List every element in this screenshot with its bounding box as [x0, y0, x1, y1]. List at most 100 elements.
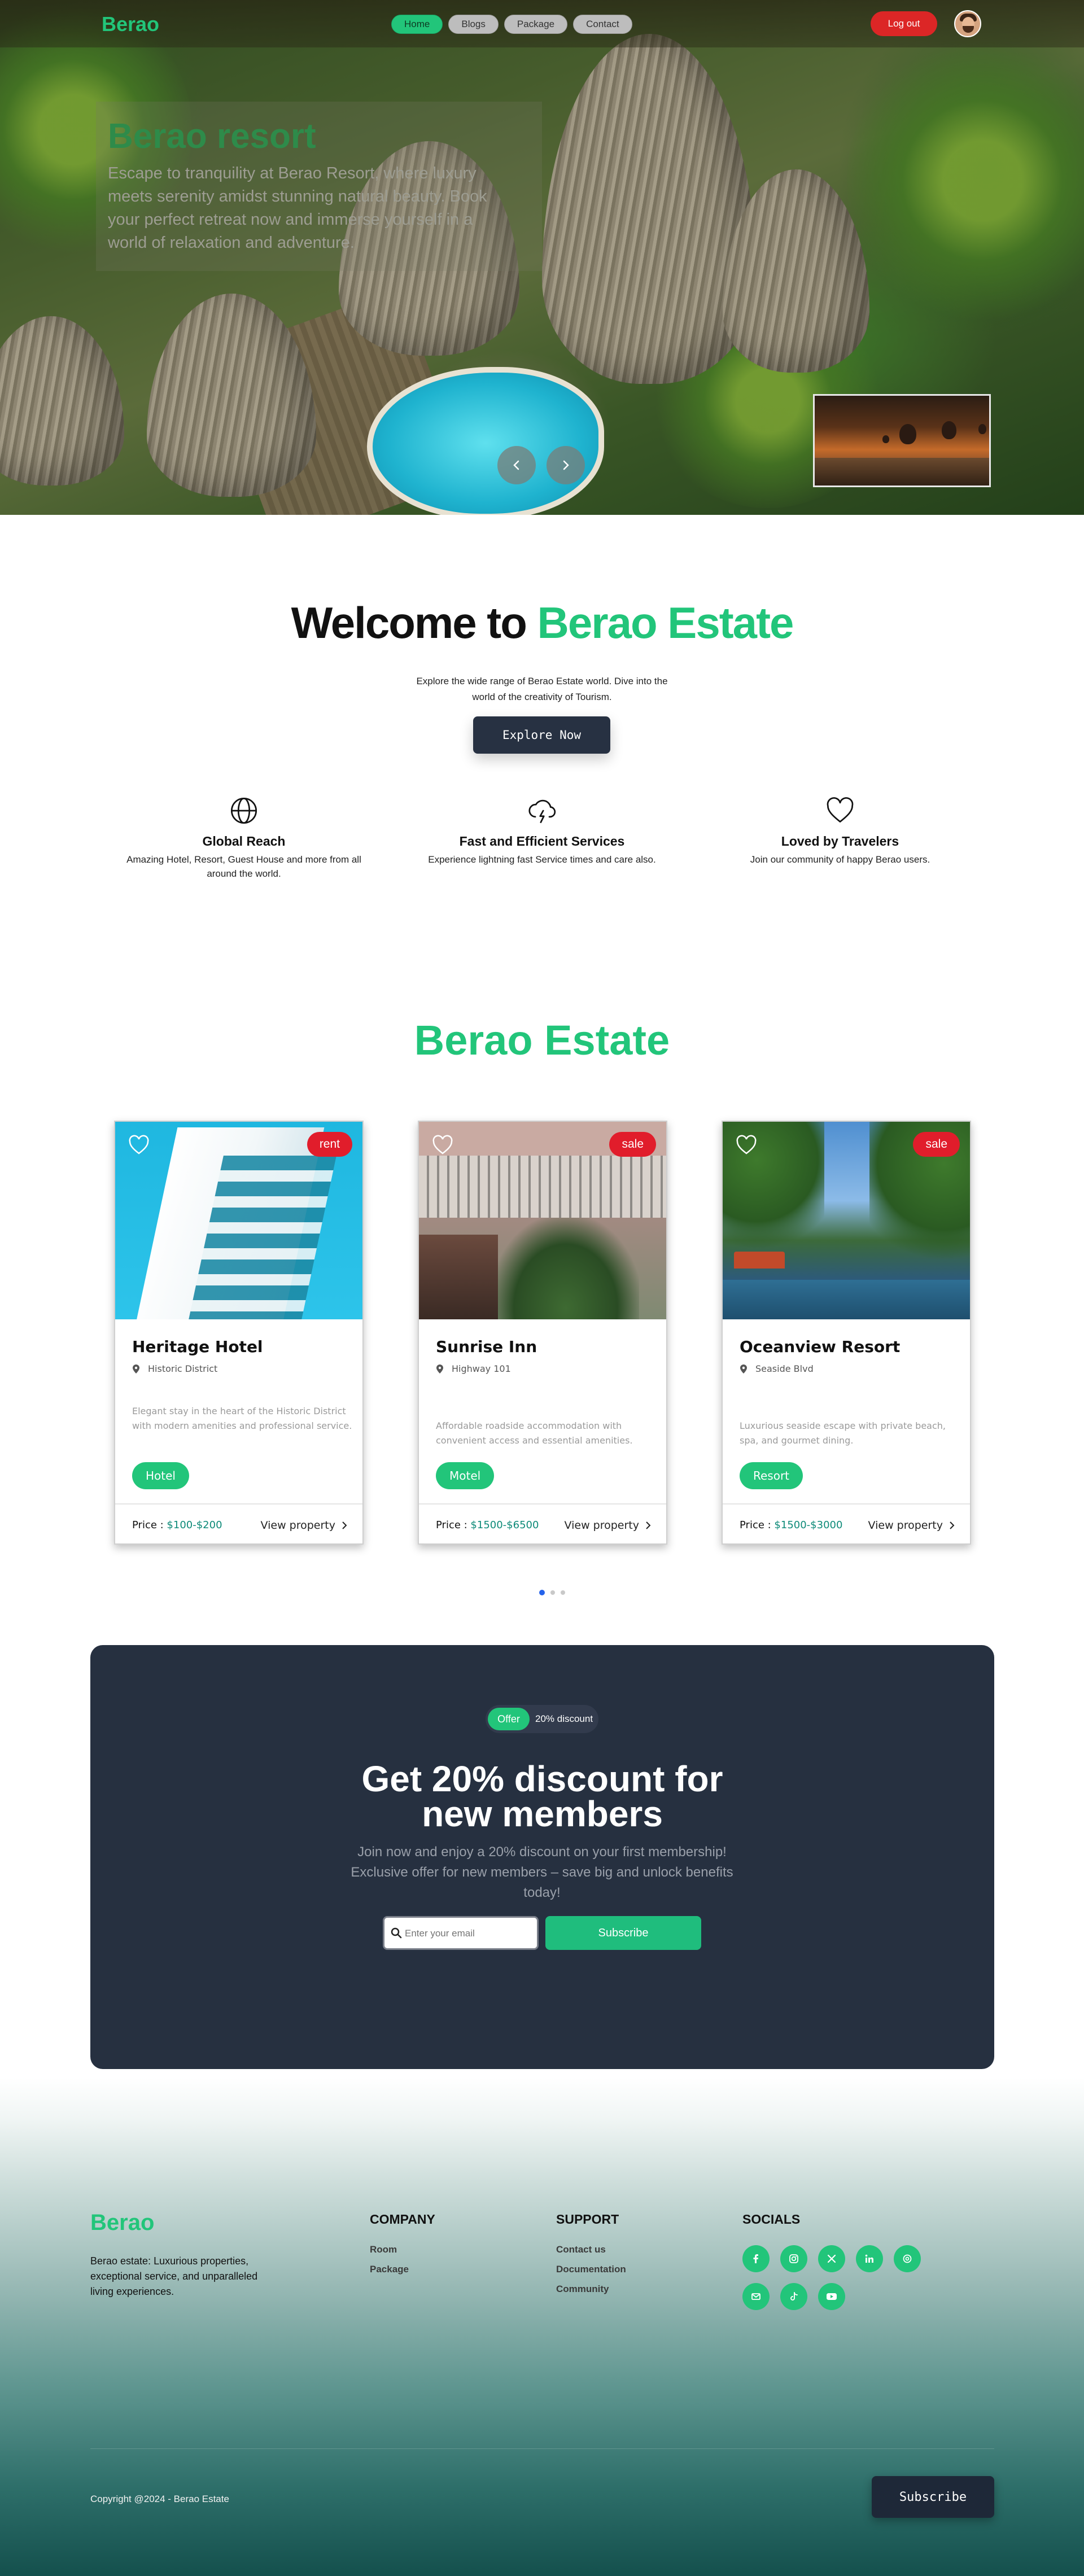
hero-hut: [0, 316, 124, 486]
view-property-link[interactable]: View property: [565, 1519, 652, 1532]
card-footer: Price : $100-$200 View property: [115, 1503, 362, 1543]
nav-link-contact[interactable]: Contact: [573, 15, 632, 34]
location-text: Historic District: [148, 1363, 218, 1374]
chevron-right-icon: [950, 1521, 955, 1529]
pagination-dot[interactable]: [550, 1590, 555, 1595]
slider-next-button[interactable]: [547, 446, 585, 484]
facebook-icon[interactable]: [742, 2245, 770, 2272]
property-image: rent: [115, 1122, 362, 1319]
email-field[interactable]: [405, 1926, 532, 1941]
nav-links: Home Blogs Package Contact: [391, 15, 632, 34]
view-property-link[interactable]: View property: [261, 1519, 348, 1532]
linkedin-glyph: [865, 2254, 873, 2263]
footer: Berao Berao estate: Luxurious properties…: [0, 2078, 1084, 2576]
property-card[interactable]: sale Sunrise Inn Highway 101 Affordable …: [418, 1121, 667, 1545]
instagram-icon[interactable]: [780, 2245, 807, 2272]
globe-icon: [230, 797, 257, 824]
facebook-glyph: [753, 2254, 758, 2263]
price-label: Price :: [740, 1519, 775, 1531]
favorite-heart-icon[interactable]: [735, 1134, 758, 1157]
hero-foliage: [847, 34, 1084, 327]
water: [723, 1280, 970, 1319]
view-property-label: View property: [868, 1519, 943, 1532]
chevron-right-icon: [563, 460, 569, 470]
balloon-shape: [942, 421, 956, 439]
explore-now-button[interactable]: Explore Now: [473, 716, 610, 754]
property-type-pill: Motel: [436, 1462, 495, 1489]
subscribe-button[interactable]: Subscribe: [545, 1916, 701, 1950]
property-name: Sunrise Inn: [436, 1337, 537, 1356]
view-property-label: View property: [260, 1519, 335, 1532]
x-icon[interactable]: [818, 2245, 845, 2272]
favorite-heart-icon[interactable]: [431, 1134, 454, 1157]
location-pin-icon: [740, 1364, 747, 1374]
heart-icon: [827, 797, 854, 823]
lightning-cloud-icon: [528, 799, 556, 823]
footer-link-package[interactable]: Package: [370, 2264, 435, 2275]
doorway: [419, 1235, 498, 1319]
footer-heading: SOCIALS: [742, 2212, 801, 2227]
hero-description: Escape to tranquility at Berao Resort, w…: [108, 164, 487, 252]
youtube-icon[interactable]: [818, 2283, 845, 2310]
status-badge: sale: [913, 1132, 960, 1157]
nav-logo[interactable]: Berao: [102, 12, 159, 36]
offer-badge-pill: Offer: [488, 1708, 530, 1730]
footer-company-column: COMPANY Room Package: [370, 2212, 435, 2284]
footer-link-documentation[interactable]: Documentation: [556, 2264, 626, 2275]
price-amount: $1500-$3000: [774, 1519, 843, 1531]
avatar[interactable]: [954, 10, 981, 37]
email-field-wrapper: [383, 1916, 539, 1950]
price-label: Price :: [436, 1519, 471, 1531]
footer-link-contact-us[interactable]: Contact us: [556, 2244, 626, 2255]
plants: [492, 1218, 639, 1319]
mail-search-icon: [391, 1927, 402, 1939]
threads-icon[interactable]: [894, 2245, 921, 2272]
nav-link-home[interactable]: Home: [391, 15, 443, 34]
welcome-title: Welcome to Berao Estate: [0, 597, 1084, 649]
mail-icon[interactable]: [742, 2283, 770, 2310]
balloon-shape: [899, 424, 916, 444]
feature-loved-by-travelers: Loved by Travelers Join our community of…: [710, 796, 970, 867]
card-footer: Price : $1500-$6500 View property: [419, 1503, 666, 1543]
footer-logo[interactable]: Berao: [90, 2210, 154, 2236]
view-property-label: View property: [564, 1519, 639, 1532]
welcome-title-prefix: Welcome to: [291, 598, 537, 648]
hero-title: Berao resort: [108, 117, 316, 156]
slider-prev-button[interactable]: [497, 446, 536, 484]
tiktok-icon[interactable]: [780, 2283, 807, 2310]
status-badge: sale: [609, 1132, 656, 1157]
property-name: Oceanview Resort: [740, 1337, 901, 1356]
property-card[interactable]: sale Oceanview Resort Seaside Blvd Luxur…: [722, 1121, 971, 1545]
pagination-dot-active[interactable]: [539, 1590, 545, 1595]
feature-fast-services: Fast and Efficient Services Experience l…: [412, 796, 672, 867]
chevron-right-icon: [342, 1521, 347, 1529]
slider-thumbnail[interactable]: [813, 394, 991, 487]
avatar-beard: [963, 26, 974, 33]
chevron-left-icon: [513, 460, 519, 470]
pagination-dot[interactable]: [561, 1590, 565, 1595]
property-name: Heritage Hotel: [132, 1337, 263, 1356]
property-card[interactable]: rent Heritage Hotel Historic District El…: [114, 1121, 364, 1545]
footer-link-room[interactable]: Room: [370, 2244, 435, 2255]
nav-link-blogs[interactable]: Blogs: [448, 15, 499, 34]
favorite-heart-icon[interactable]: [128, 1134, 150, 1157]
footer-link-community[interactable]: Community: [556, 2284, 626, 2295]
property-type-pill: Resort: [740, 1462, 803, 1489]
welcome-subtitle: Explore the wide range of Berao Estate w…: [416, 676, 668, 702]
nav-link-package[interactable]: Package: [504, 15, 568, 34]
logout-button[interactable]: Log out: [871, 11, 937, 36]
feature-title: Loved by Travelers: [781, 834, 899, 849]
balcony-railing: [419, 1156, 666, 1218]
footer-heading: COMPANY: [370, 2212, 435, 2227]
linkedin-icon[interactable]: [856, 2245, 883, 2272]
footer-subscribe-button[interactable]: Subscribe: [872, 2476, 994, 2518]
offer-title: Get 20% discount for new members: [90, 1761, 994, 1834]
price-amount: $100-$200: [167, 1519, 222, 1531]
property-description: Elegant stay in the heart of the Histori…: [132, 1406, 352, 1431]
view-property-link[interactable]: View property: [868, 1519, 955, 1532]
location-text: Seaside Blvd: [755, 1363, 814, 1374]
property-location: Highway 101: [436, 1363, 511, 1374]
feature-title: Fast and Efficient Services: [459, 834, 625, 849]
offer-title-line2: new members: [422, 1794, 663, 1834]
footer-divider: [90, 2448, 994, 2449]
